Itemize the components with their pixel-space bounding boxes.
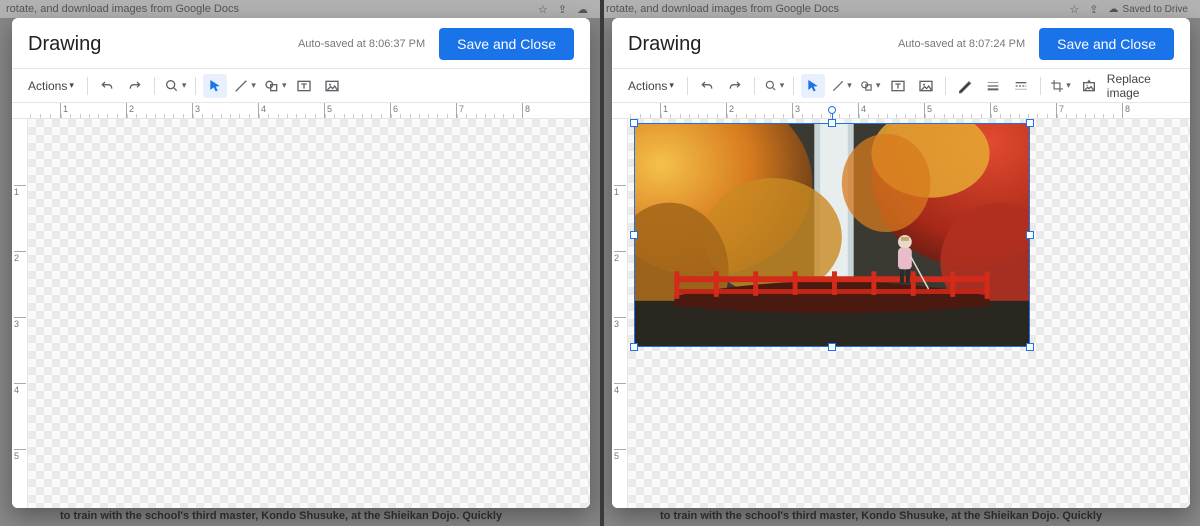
drawing-dialog: Drawing Auto-saved at 8:07:24 PM Save an… — [612, 18, 1190, 508]
right-screenshot: rotate, and download images from Google … — [600, 0, 1200, 526]
doc-body-text: to train with the school's third master,… — [660, 510, 1102, 522]
resize-handle-tm[interactable] — [828, 119, 836, 127]
dialog-header: Drawing Auto-saved at 8:06:37 PM Save an… — [12, 18, 590, 69]
dialog-header: Drawing Auto-saved at 8:07:24 PM Save an… — [612, 18, 1190, 69]
actions-menu[interactable]: Actions▾ — [622, 74, 680, 98]
border-dash-button[interactable] — [1009, 74, 1033, 98]
doc-tab: rotate, and download images from Google … — [600, 0, 1200, 18]
save-and-close-button[interactable]: Save and Close — [1039, 28, 1174, 60]
select-tool[interactable] — [801, 74, 825, 98]
resize-handle-ml[interactable] — [630, 231, 638, 239]
star-icon[interactable]: ☆ — [1069, 3, 1079, 16]
textbox-tool[interactable] — [292, 74, 316, 98]
rotate-handle[interactable] — [828, 106, 836, 114]
border-color-button[interactable] — [953, 74, 977, 98]
dialog-title: Drawing — [628, 33, 701, 56]
move-icon[interactable]: ⇪ — [558, 3, 567, 16]
zoom-button[interactable]: ▾ — [762, 74, 787, 98]
doc-tab-title: rotate, and download images from Google … — [6, 3, 239, 15]
resize-handle-tr[interactable] — [1026, 119, 1034, 127]
shape-tool[interactable]: ▾ — [262, 74, 289, 98]
move-icon[interactable]: ⇪ — [1089, 3, 1098, 16]
crop-button[interactable]: ▾ — [1048, 74, 1073, 98]
autumn-waterfall-photo — [635, 124, 1029, 346]
actions-menu[interactable]: Actions▾ — [22, 74, 80, 98]
undo-button[interactable] — [695, 74, 719, 98]
select-tool[interactable] — [203, 74, 227, 98]
left-screenshot: rotate, and download images from Google … — [0, 0, 600, 526]
border-weight-button[interactable] — [981, 74, 1005, 98]
zoom-button[interactable]: ▾ — [162, 74, 189, 98]
canvas-area: 1 2 3 4 5 6 — [612, 119, 1190, 508]
line-tool[interactable]: ▾ — [231, 74, 258, 98]
ruler-vertical: 1 2 3 4 5 6 — [612, 119, 628, 508]
doc-body-text: to train with the school's third master,… — [60, 510, 502, 522]
resize-handle-bm[interactable] — [828, 343, 836, 351]
image-divider — [600, 0, 604, 526]
image-tool[interactable] — [320, 74, 344, 98]
line-tool[interactable]: ▾ — [829, 74, 854, 98]
resize-handle-tl[interactable] — [630, 119, 638, 127]
resize-handle-bl[interactable] — [630, 343, 638, 351]
toolbar: Actions▾ ▾ ▾ ▾ ▾ Replace image — [612, 69, 1190, 103]
redo-button[interactable] — [723, 74, 747, 98]
canvas-area: 1 2 3 4 5 6 — [12, 119, 590, 508]
autosave-status: Auto-saved at 8:06:37 PM — [298, 38, 439, 50]
dialog-title: Drawing — [28, 33, 101, 56]
redo-button[interactable] — [123, 74, 147, 98]
doc-tab-title: rotate, and download images from Google … — [606, 3, 839, 15]
cloud-saved-status[interactable]: ☁ Saved to Drive — [1108, 3, 1188, 16]
ruler-vertical: 1 2 3 4 5 6 — [12, 119, 28, 508]
inserted-image[interactable] — [634, 123, 1030, 347]
shape-tool[interactable]: ▾ — [858, 74, 883, 98]
reset-image-button[interactable] — [1077, 74, 1101, 98]
doc-tab: rotate, and download images from Google … — [0, 0, 600, 18]
undo-button[interactable] — [95, 74, 119, 98]
resize-handle-br[interactable] — [1026, 343, 1034, 351]
ruler-horizontal: 1 2 3 4 5 6 7 8 — [12, 103, 590, 119]
ruler-horizontal: 1 2 3 4 5 6 7 8 — [612, 103, 1190, 119]
toolbar: Actions▾ ▾ ▾ ▾ — [12, 69, 590, 103]
save-and-close-button[interactable]: Save and Close — [439, 28, 574, 60]
drawing-dialog: Drawing Auto-saved at 8:06:37 PM Save an… — [12, 18, 590, 508]
drawing-canvas[interactable] — [28, 119, 590, 508]
replace-image-button[interactable]: Replace image — [1105, 72, 1180, 100]
cloud-icon[interactable]: ☁ — [577, 3, 588, 16]
drawing-canvas[interactable] — [628, 119, 1190, 508]
tab-icons: ☆ ⇪ ☁ — [538, 3, 600, 16]
star-icon[interactable]: ☆ — [538, 3, 548, 16]
textbox-tool[interactable] — [886, 74, 910, 98]
tab-icons: ☆ ⇪ ☁ Saved to Drive — [1069, 3, 1200, 16]
image-tool[interactable] — [914, 74, 938, 98]
resize-handle-mr[interactable] — [1026, 231, 1034, 239]
autosave-status: Auto-saved at 8:07:24 PM — [898, 38, 1039, 50]
